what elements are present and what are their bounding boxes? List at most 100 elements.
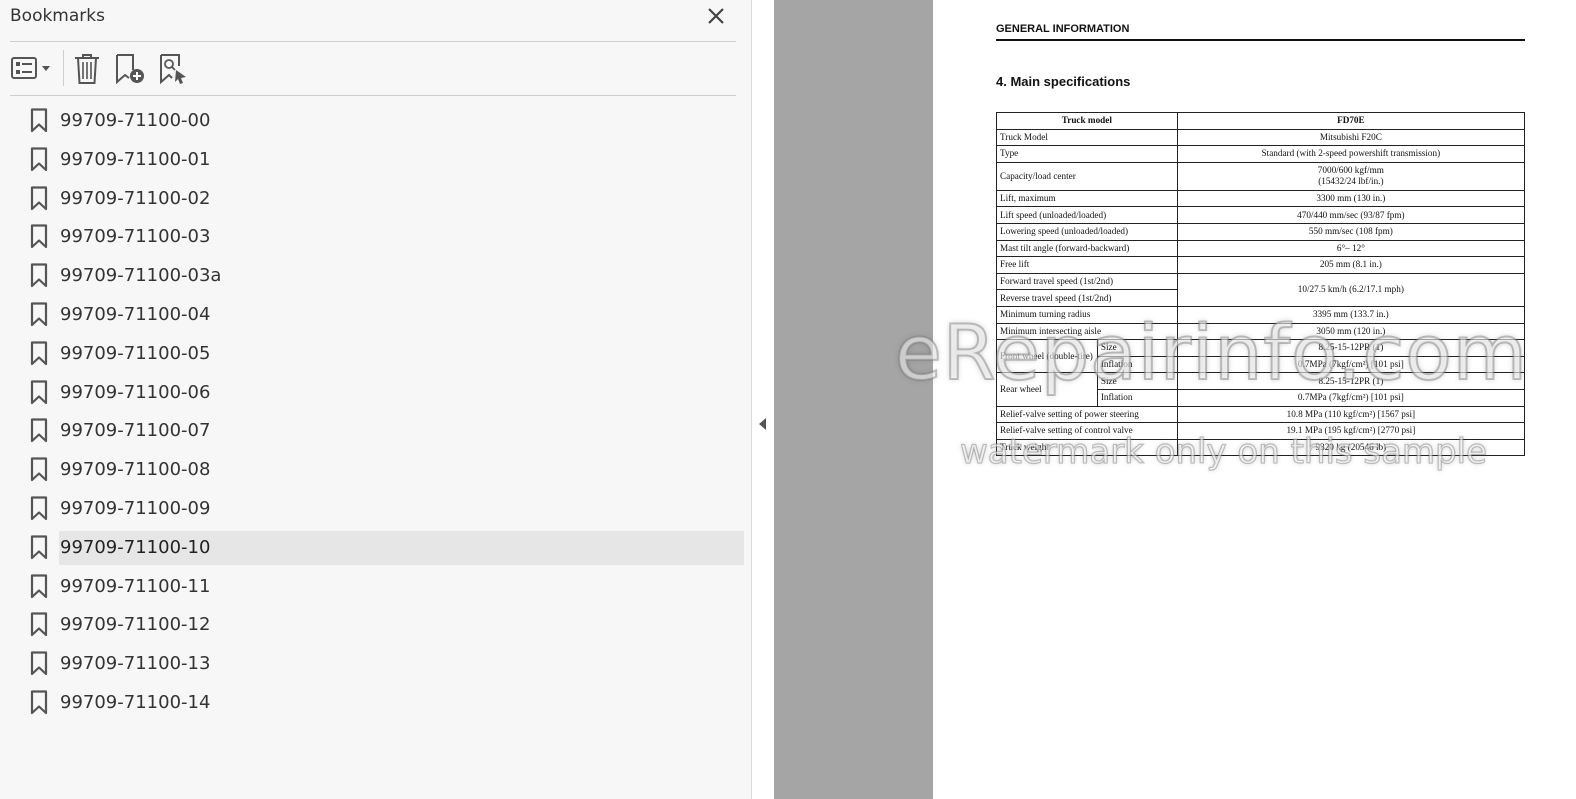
table-row: Truck Model Mitsubishi F20C (996, 128, 1526, 147)
collapse-panel-arrow-icon[interactable] (759, 418, 766, 430)
bookmark-icon (30, 690, 48, 715)
bookmark-list: 99709-71100-00 99709-71100-01 99709-71100-… (0, 101, 752, 722)
table-cell: 550 mm/sec (108 fpm) (1176, 222, 1526, 241)
bookmarks-panel: Bookmarks 99709-71100-00 99709-71100-01 … (0, 0, 752, 799)
table-cell: Reverse travel speed (1st/2nd) (996, 289, 1178, 307)
bookmark-item[interactable]: 99709-71100-11 (0, 567, 752, 606)
bookmark-icon (30, 263, 48, 288)
bookmark-label: 99709-71100-11 (60, 575, 211, 597)
bookmark-item[interactable]: 99709-71100-04 (0, 295, 752, 334)
delete-bookmark-button[interactable] (72, 52, 102, 86)
bookmark-label: 99709-71100-00 (60, 110, 211, 131)
bookmark-label: 99709-71100-05 (60, 342, 211, 364)
bookmark-label: 99709-71100-14 (60, 691, 211, 713)
new-bookmark-button[interactable] (114, 52, 148, 86)
bookmark-item[interactable]: 99709-71100-09 (0, 489, 752, 528)
bookmark-item[interactable]: 99709-71100-03 (0, 217, 752, 256)
bookmark-label: 99709-71100-09 (60, 497, 211, 519)
toolbar-separator (63, 50, 64, 86)
panel-title: Bookmarks (10, 6, 105, 26)
bookmark-label: 99709-71100-07 (60, 420, 211, 442)
document-header: GENERAL INFORMATION (996, 23, 1525, 41)
table-cell: Free lift (996, 256, 1178, 274)
bookmark-icon (30, 457, 48, 482)
table-cell: Relief-valve setting of power steering (996, 405, 1178, 424)
options-button[interactable] (10, 52, 54, 86)
panel-splitter[interactable] (752, 0, 774, 799)
document-gutter (774, 0, 933, 799)
bookmark-label: 99709-71100-03a (60, 265, 222, 287)
bookmark-icon (30, 302, 48, 327)
bookmark-label: 99709-71100-03 (60, 226, 211, 248)
bookmark-icon (30, 496, 48, 521)
find-bookmark-button[interactable] (158, 52, 192, 86)
specifications-table: Truck model FD70E Truck Model Mitsubishi… (996, 112, 1526, 457)
watermark-sub: watermark only on this sample (959, 431, 1488, 472)
bookmark-search-icon (160, 54, 186, 85)
bookmark-item[interactable]: 99709-71100-01 (0, 140, 752, 179)
bookmark-label: 99709-71100-01 (60, 148, 211, 170)
document-page: GENERAL INFORMATION 4. Main specificatio… (933, 0, 1576, 799)
bookmark-item[interactable]: 99709-71100-05 (0, 334, 752, 373)
table-cell: Type (996, 145, 1178, 163)
bookmark-item[interactable]: 99709-71100-03a (0, 256, 752, 295)
bookmark-item[interactable]: 99709-71100-13 (0, 644, 752, 683)
bookmark-icon (30, 379, 48, 404)
table-row: Lift speed (unloaded/loaded) 470/440 mm/… (996, 206, 1526, 224)
bookmark-label: 99709-71100-04 (60, 303, 211, 325)
bookmark-label: 99709-71100-12 (60, 614, 211, 636)
table-header: Truck model (996, 112, 1178, 130)
table-row: Lowering speed (unloaded/loaded) 550 mm/… (996, 222, 1526, 241)
table-row: Mast tilt angle (forward-backward) 6°– 1… (996, 239, 1526, 258)
bookmark-add-icon (116, 54, 144, 85)
bookmark-item[interactable]: 99709-71100-02 (0, 179, 752, 218)
table-cell: 205 mm (8.1 in.) (1176, 256, 1526, 274)
watermark-main: eRepairinfo.com (894, 307, 1528, 398)
bookmark-icon (30, 612, 48, 637)
table-cell: Lowering speed (unloaded/loaded) (996, 222, 1178, 241)
table-cell: Lift, maximum (996, 189, 1178, 208)
bookmark-icon (30, 573, 48, 598)
bookmark-icon (30, 224, 48, 249)
table-cell: 7000/600 kgf/mm (15432/24 lbf/in.) (1176, 161, 1526, 191)
table-cell: 10.8 MPa (110 kgf/cm²) [1567 psi] (1176, 405, 1526, 424)
capacity-imperial: (15432/24 lbf/in.) (1318, 176, 1384, 187)
bookmark-item[interactable]: 99709-71100-12 (0, 605, 752, 644)
table-cell: 6°– 12° (1176, 239, 1526, 258)
bookmark-label: 99709-71100-02 (60, 187, 211, 209)
capacity-metric: 7000/600 kgf/mm (1317, 165, 1384, 176)
table-cell: 470/440 mm/sec (93/87 fpm) (1176, 206, 1526, 224)
bookmark-item[interactable]: 99709-71100-07 (0, 411, 752, 450)
table-row: Type Standard (with 2-speed powershift t… (996, 145, 1526, 163)
table-row: Truck model FD70E (996, 112, 1526, 130)
bookmark-item[interactable]: 99709-71100-06 (0, 373, 752, 412)
table-cell: Lift speed (unloaded/loaded) (996, 206, 1178, 224)
bookmark-icon (30, 341, 48, 365)
table-cell: Capacity/load center (996, 161, 1178, 191)
bookmark-icon (30, 418, 48, 443)
bookmark-label: 99709-71100-10 (59, 530, 744, 565)
bookmark-icon (30, 185, 48, 210)
bookmark-icon (30, 147, 48, 171)
table-cell: Truck Model (996, 128, 1178, 147)
close-button[interactable] (704, 4, 728, 28)
table-cell: Mitsubishi F20C (1176, 128, 1526, 147)
bookmark-item[interactable]: 99709-71100-00 (0, 101, 752, 140)
table-row: Capacity/load center 7000/600 kgf/mm (15… (996, 161, 1526, 191)
table-row: Forward travel speed (1st/2nd) 10/27.5 k… (996, 272, 1526, 307)
bookmarks-toolbar (10, 44, 736, 96)
table-cell: 10/27.5 km/h (6.2/17.1 mph) (1176, 272, 1526, 307)
table-row: Lift, maximum 3300 mm (130 in.) (996, 189, 1526, 208)
table-header: FD70E (1176, 112, 1526, 130)
bookmark-item[interactable]: 99709-71100-10 (0, 528, 752, 567)
section-title: 4. Main specifications (996, 74, 1131, 89)
bookmark-icon (30, 651, 48, 676)
bookmark-item[interactable]: 99709-71100-14 (0, 683, 752, 722)
bookmark-item[interactable]: 99709-71100-08 (0, 450, 752, 489)
table-cell: Mast tilt angle (forward-backward) (996, 239, 1178, 258)
table-cell: 3300 mm (130 in.) (1176, 189, 1526, 208)
table-row: Free lift 205 mm (8.1 in.) (996, 256, 1526, 274)
bookmark-icon (30, 535, 48, 559)
table-row: Relief-valve setting of power steering 1… (996, 405, 1526, 424)
bookmark-icon (30, 108, 48, 133)
